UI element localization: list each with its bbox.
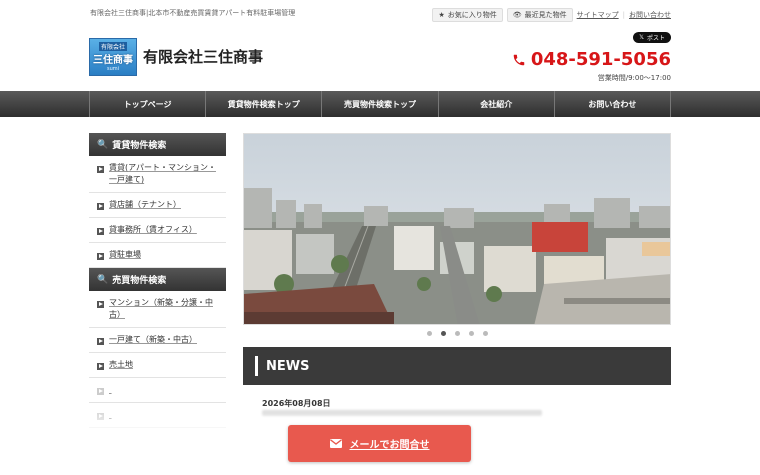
sidebar-item-rental-office[interactable]: 貸事務所（賃オフィス）	[89, 218, 226, 243]
sidebar-item-label: マンション（新築・分譲・中古）	[109, 298, 213, 319]
news-heading-bar	[255, 356, 258, 376]
header-links: ★ お気に入り物件 👁 最近見た物件 サイトマップ | お問い合わせ	[432, 8, 671, 22]
contact-link[interactable]: お問い合わせ	[629, 10, 671, 20]
slider-dots	[243, 331, 671, 336]
sidebar-item-rental-apartment[interactable]: 賃貸(アパート・マンション・一戸建て)	[89, 156, 226, 193]
recent-button[interactable]: 👁 最近見た物件	[506, 8, 573, 22]
slider-dot[interactable]	[482, 331, 488, 336]
company-logo[interactable]: 有限会社 三住商事 sumi	[89, 38, 137, 76]
rental-search-heading-label: 賃貸物件検索	[112, 141, 167, 151]
sidebar-item-faded	[89, 378, 226, 403]
news-title: NEWS	[266, 358, 310, 374]
hero-slider[interactable]	[243, 133, 671, 325]
mail-contact-button[interactable]: メールでお問合せ	[288, 425, 471, 462]
sidebar-item-sale-mansion[interactable]: マンション（新築・分譲・中古）	[89, 291, 226, 328]
nav-item-rental-search[interactable]: 賃貸物件検索トップ	[206, 91, 323, 117]
slider-dot[interactable]	[468, 331, 474, 336]
slider-dot-active[interactable]	[440, 331, 446, 336]
sale-search-heading-label: 売買物件検索	[112, 276, 167, 286]
nav-item-top[interactable]: トップページ	[90, 91, 207, 117]
phone-number[interactable]: 048-591-5056	[512, 49, 671, 70]
sidebar-item-sale-house[interactable]: 一戸建て（新築・中古）	[89, 328, 226, 353]
phone-number-text: 048-591-5056	[530, 49, 671, 70]
divider: |	[622, 11, 625, 19]
x-post-button[interactable]: 𝕏 ポスト	[633, 32, 671, 43]
nav-item-sale-search[interactable]: 売買物件検索トップ	[322, 91, 439, 117]
sidebar-item-label: 売土地	[109, 360, 133, 369]
recent-icon: 👁	[512, 11, 522, 19]
logo-line3: sumi	[106, 66, 120, 72]
mail-contact-label: メールでお問合せ	[349, 440, 430, 451]
news-heading: NEWS	[243, 347, 671, 385]
company-name[interactable]: 有限会社三住商事	[143, 46, 263, 67]
sitemap-link[interactable]: サイトマップ	[577, 10, 619, 20]
favorites-button[interactable]: ★ お気に入り物件	[432, 8, 503, 22]
search-icon: 🔍	[97, 274, 109, 285]
nav-item-contact[interactable]: お問い合わせ	[555, 91, 672, 117]
sidebar: 🔍 賃貸物件検索 賃貸(アパート・マンション・一戸建て) 貸店舗（テナント） 貸…	[89, 133, 226, 428]
sidebar-item-label: 貸店舗（テナント）	[109, 200, 181, 209]
sidebar-item-sale-land[interactable]: 売土地	[89, 353, 226, 378]
sidebar-item-label: 一戸建て（新築・中古）	[109, 335, 197, 344]
slider-dot[interactable]	[454, 331, 460, 336]
x-post-label: ポスト	[646, 35, 665, 42]
favorites-label: お気に入り物件	[447, 11, 497, 19]
logo-line2: 三住商事	[93, 55, 133, 66]
business-hours: 営業時間/9:00～17:00	[597, 74, 671, 82]
sidebar-item-rental-parking[interactable]: 貸駐車場	[89, 243, 226, 268]
sidebar-item-label	[109, 385, 112, 394]
search-icon: 🔍	[97, 139, 109, 150]
mail-icon	[329, 439, 342, 448]
recent-label: 最近見た物件	[524, 11, 567, 19]
site-tagline: 有限会社三住商事|北本市不動産売買賃貸アパート有料駐車場管理	[90, 9, 296, 17]
logo-line1: 有限会社	[98, 42, 127, 51]
sale-search-heading: 🔍 売買物件検索	[89, 268, 226, 291]
x-icon: 𝕏	[639, 34, 644, 41]
slider-dot[interactable]	[426, 331, 432, 336]
star-icon: ★	[438, 11, 445, 19]
phone-icon	[513, 54, 525, 65]
rental-search-heading: 🔍 賃貸物件検索	[89, 133, 226, 156]
sidebar-item-label: 賃貸(アパート・マンション・一戸建て)	[109, 163, 216, 184]
sidebar-item-rental-store[interactable]: 貸店舗（テナント）	[89, 193, 226, 218]
sidebar-item-label: 貸事務所（賃オフィス）	[109, 225, 197, 234]
cityscape-photo	[244, 134, 670, 324]
nav-item-company[interactable]: 会社紹介	[439, 91, 555, 117]
global-nav: トップページ 賃貸物件検索トップ 売買物件検索トップ 会社紹介 お問い合わせ	[0, 91, 760, 117]
sidebar-item-label: 貸駐車場	[109, 250, 141, 259]
